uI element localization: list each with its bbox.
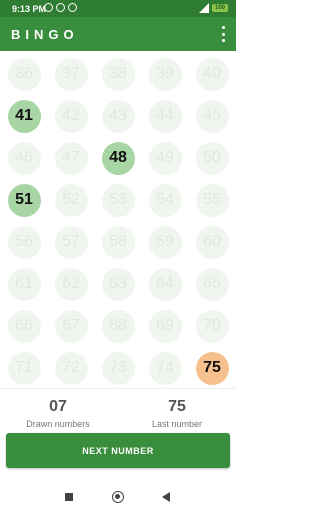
system-icons: 100 (199, 3, 228, 13)
system-nav-bar (0, 484, 236, 512)
number-ball-48: 48 (101, 141, 135, 175)
number-ball-67: 67 (54, 309, 88, 343)
number-ball-71: 71 (7, 351, 41, 385)
number-ball-37: 37 (54, 57, 88, 91)
divider (0, 388, 236, 389)
back-icon[interactable] (162, 492, 170, 502)
last-number: 75 (168, 398, 186, 415)
notification-icons (44, 3, 77, 12)
number-ball-75: 75 (195, 351, 229, 385)
signal-icon (199, 3, 209, 13)
number-ball-64: 64 (148, 267, 182, 301)
last-number-label: Last number (151, 419, 203, 429)
number-ball-45: 45 (195, 99, 229, 133)
number-ball-56: 56 (7, 225, 41, 259)
number-ball-40: 40 (195, 57, 229, 91)
number-ball-61: 61 (7, 267, 41, 301)
number-ball-69: 69 (148, 309, 182, 343)
number-ball-36: 36 (7, 57, 41, 91)
app-bar: BINGO (0, 17, 236, 51)
number-ball-63: 63 (101, 267, 135, 301)
number-ball-57: 57 (54, 225, 88, 259)
number-ball-55: 55 (195, 183, 229, 217)
number-ball-46: 46 (7, 141, 41, 175)
number-ball-70: 70 (195, 309, 229, 343)
number-ball-66: 66 (7, 309, 41, 343)
number-ball-47: 47 (54, 141, 88, 175)
notification-icon (56, 3, 65, 12)
number-ball-72: 72 (54, 351, 88, 385)
next-number-button[interactable]: NEXT NUMBER (6, 433, 230, 468)
battery-icon: 100 (212, 4, 228, 12)
number-ball-50: 50 (195, 141, 229, 175)
notification-icon (68, 3, 77, 12)
number-ball-73: 73 (101, 351, 135, 385)
status-time: 9:13 PM (12, 4, 47, 14)
app-title: BINGO (11, 27, 79, 42)
number-ball-42: 42 (54, 99, 88, 133)
number-ball-60: 60 (195, 225, 229, 259)
number-ball-51: 51 (7, 183, 41, 217)
home-icon[interactable] (112, 491, 124, 503)
drawn-count-label: Drawn numbers (26, 419, 90, 429)
number-ball-53: 53 (101, 183, 135, 217)
drawn-count: 07 (49, 398, 67, 415)
number-ball-68: 68 (101, 309, 135, 343)
overflow-menu-icon[interactable] (219, 26, 227, 42)
status-bar: 9:13 PM 100 (0, 0, 236, 17)
number-ball-41: 41 (7, 99, 41, 133)
number-ball-52: 52 (54, 183, 88, 217)
notification-icon (44, 3, 53, 12)
recents-icon[interactable] (65, 493, 73, 501)
number-ball-58: 58 (101, 225, 135, 259)
number-ball-38: 38 (101, 57, 135, 91)
number-ball-49: 49 (148, 141, 182, 175)
number-ball-59: 59 (148, 225, 182, 259)
number-grid: 36 37 38 39 40 41 42 43 44 45 46 47 48 49 50 51 52 53 54 55… (0, 51, 236, 387)
number-ball-74: 74 (148, 351, 182, 385)
number-ball-54: 54 (148, 183, 182, 217)
number-ball-44: 44 (148, 99, 182, 133)
number-ball-65: 65 (195, 267, 229, 301)
number-ball-39: 39 (148, 57, 182, 91)
number-ball-43: 43 (101, 99, 135, 133)
number-ball-62: 62 (54, 267, 88, 301)
